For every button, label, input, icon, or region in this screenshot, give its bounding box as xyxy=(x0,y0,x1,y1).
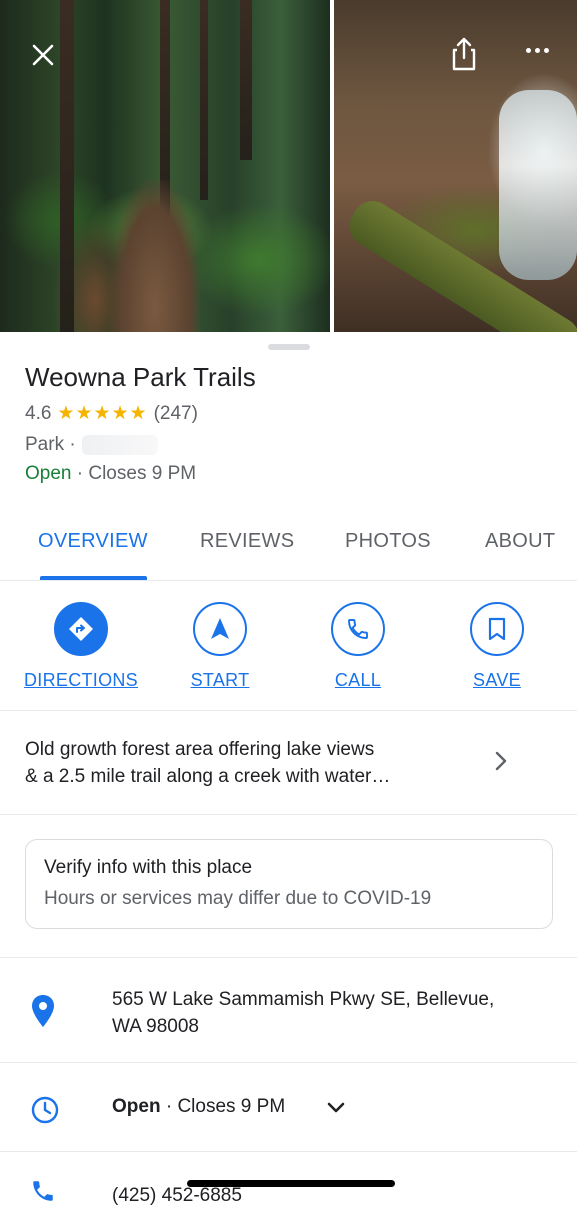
phone-icon xyxy=(331,602,385,656)
description-line-2: & a 2.5 mile trail along a creek with wa… xyxy=(25,766,391,787)
action-buttons: DIRECTIONS START CALL SAVE xyxy=(0,580,577,711)
description-line-1: Old growth forest area offering lake vie… xyxy=(25,739,375,760)
hours-closing-time: · Closes 9 PM xyxy=(160,1096,286,1117)
hours-text: Open · Closes 9 PM xyxy=(112,1093,285,1120)
hours-row[interactable]: Open · Closes 9 PM xyxy=(0,1063,577,1151)
location-pin-icon xyxy=(32,995,54,1027)
address-line-2: WA 98008 xyxy=(112,1016,199,1037)
open-status: Open xyxy=(25,463,72,484)
tab-reviews[interactable]: REVIEWS xyxy=(200,530,294,553)
more-icon xyxy=(525,47,549,53)
navigation-arrow-icon xyxy=(193,602,247,656)
rating-value: 4.6 xyxy=(25,402,52,424)
more-options-button[interactable] xyxy=(520,40,554,60)
directions-icon xyxy=(54,602,108,656)
tab-overview[interactable]: OVERVIEW xyxy=(38,530,148,553)
place-category: Park · xyxy=(25,434,76,455)
directions-label: DIRECTIONS xyxy=(23,670,138,690)
start-label: START xyxy=(190,670,250,690)
start-button[interactable]: START xyxy=(150,602,290,691)
hours-open-status: Open xyxy=(112,1096,161,1117)
redacted-price xyxy=(81,435,158,455)
phone-row[interactable]: (425) 452-6885 xyxy=(0,1152,577,1206)
verify-subtitle: Hours or services may differ due to COVI… xyxy=(44,888,432,909)
photo-header xyxy=(0,0,577,332)
tab-bar: OVERVIEW REVIEWS PHOTOS ABOUT xyxy=(0,514,577,581)
share-button[interactable] xyxy=(448,36,480,72)
share-icon xyxy=(452,37,476,71)
description-text: Old growth forest area offering lake vie… xyxy=(25,736,465,790)
place-details-sheet: Weowna Park Trails 4.6 ★★★★★ (247) Park … xyxy=(0,332,577,1206)
save-button[interactable]: SAVE xyxy=(427,602,567,691)
tab-photos[interactable]: PHOTOS xyxy=(345,530,431,553)
verify-info-card[interactable]: Verify info with this place Hours or ser… xyxy=(25,839,553,929)
close-button[interactable] xyxy=(26,38,60,72)
tab-about[interactable]: ABOUT xyxy=(485,530,555,553)
bookmark-icon xyxy=(470,602,524,656)
open-hours-summary: Open · Closes 9 PM xyxy=(25,463,196,485)
address-line-1: 565 W Lake Sammamish Pkwy SE, Bellevue, xyxy=(112,989,495,1010)
call-label: CALL xyxy=(334,670,382,690)
call-button[interactable]: CALL xyxy=(288,602,428,691)
rating-summary[interactable]: 4.6 ★★★★★ (247) xyxy=(25,402,198,425)
verify-title: Verify info with this place xyxy=(44,857,253,878)
chevron-right-icon xyxy=(495,751,507,771)
close-icon xyxy=(32,44,54,66)
directions-button[interactable]: DIRECTIONS xyxy=(11,602,151,691)
clock-icon xyxy=(31,1096,59,1124)
address-text: 565 W Lake Sammamish Pkwy SE, Bellevue, … xyxy=(112,986,494,1040)
address-row[interactable]: 565 W Lake Sammamish Pkwy SE, Bellevue, … xyxy=(0,958,577,1062)
home-indicator[interactable] xyxy=(187,1180,395,1187)
closing-time: · Closes 9 PM xyxy=(71,463,197,484)
chevron-down-icon[interactable] xyxy=(326,1101,346,1115)
phone-icon xyxy=(33,1181,53,1201)
star-rating-icon: ★★★★★ xyxy=(57,403,148,424)
place-description[interactable]: Old growth forest area offering lake vie… xyxy=(0,710,577,815)
place-title: Weowna Park Trails xyxy=(25,362,256,392)
place-type: Park · xyxy=(25,434,158,456)
sheet-drag-handle[interactable] xyxy=(268,344,310,350)
save-label: SAVE xyxy=(473,670,521,690)
review-count: (247) xyxy=(153,402,198,424)
